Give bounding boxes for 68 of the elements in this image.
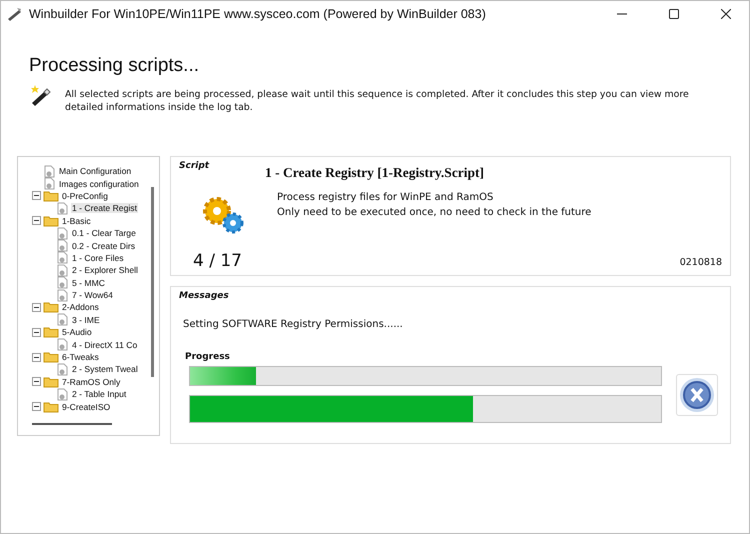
tree-item[interactable]: 0.2 - Create Dirs	[71, 240, 136, 251]
script-description: Process registry files for WinPE and RamOS	[277, 191, 494, 204]
folder-icon	[43, 400, 59, 413]
tree-item[interactable]: 0.1 - Clear Targe	[71, 228, 137, 238]
script-icon	[56, 388, 69, 401]
cancel-button[interactable]	[676, 374, 718, 416]
tree-item[interactable]: 2 - System Tweal	[71, 364, 139, 374]
panel-heading: Messages	[179, 291, 230, 301]
page-title: Processing scripts...	[29, 55, 200, 77]
tree-item[interactable]: Main Configuration	[58, 166, 132, 176]
description-text: All selected scripts are being processed, please wait until this sequence is completed. After it concludes this step you can view more detailed informations inside the log tab.	[65, 88, 690, 114]
collapse-icon[interactable]	[32, 328, 41, 337]
scrollbar[interactable]	[151, 187, 154, 377]
script-icon	[56, 251, 69, 264]
tree-item[interactable]: 1 - Core Files	[71, 252, 125, 263]
script-icon	[56, 313, 69, 326]
script-icon	[56, 362, 69, 376]
script-title: 1 - Create Registry [1-Registry.Script]	[265, 165, 486, 182]
collapse-icon[interactable]	[32, 402, 41, 412]
maximize-icon	[669, 9, 679, 19]
script-description: Only need to be executed once, no need to check in the future	[277, 206, 592, 219]
script-icon	[43, 164, 56, 178]
tree-item[interactable]: 2 - Table Input	[71, 389, 128, 400]
folder-icon	[43, 376, 59, 388]
tree-item[interactable]: 0-PreConfig	[61, 190, 109, 201]
cancel-icon	[679, 376, 715, 412]
tree-item[interactable]: 1-Basic	[61, 216, 92, 226]
folder-icon	[43, 190, 59, 202]
tree-item[interactable]: 2-Addons	[61, 302, 100, 312]
tree-item[interactable]: 7-RamOS Only	[61, 376, 122, 387]
tree-item[interactable]: 7 - Wow64	[71, 290, 114, 300]
app-icon	[7, 7, 23, 21]
script-icon	[56, 239, 69, 252]
script-icon	[43, 177, 56, 190]
collapse-icon[interactable]	[32, 377, 41, 386]
collapse-icon[interactable]	[32, 352, 41, 362]
version-text: 0210818	[680, 257, 722, 268]
panel-heading: Script	[179, 161, 210, 171]
script-icon	[56, 264, 69, 277]
gears-icon	[201, 195, 245, 235]
tree-item[interactable]: Images configuration	[58, 178, 140, 189]
folder-icon	[43, 301, 59, 314]
status-message: Setting SOFTWARE Registry Permissions......	[183, 319, 404, 330]
collapse-icon[interactable]	[32, 216, 41, 226]
close-icon	[721, 9, 731, 19]
tree-item[interactable]: 9-CreateISO	[61, 402, 112, 412]
folder-icon	[43, 351, 59, 364]
script-icon	[56, 338, 69, 352]
tree-item[interactable]: 1 - Create Regist	[71, 203, 138, 214]
scrollbar[interactable]	[32, 423, 112, 425]
progress-label: Progress	[185, 352, 231, 362]
script-icon	[56, 226, 69, 240]
folder-icon	[43, 326, 59, 338]
folder-icon	[43, 214, 59, 227]
script-icon	[56, 202, 69, 215]
tree-item[interactable]: 4 - DirectX 11 Co	[71, 340, 138, 350]
window-title: Winbuilder For Win10PE/Win11PE www.sysceo.com (Powered by WinBuilder 083)	[29, 7, 486, 21]
tree-item[interactable]: 6-Tweaks	[61, 352, 100, 362]
collapse-icon[interactable]	[32, 191, 41, 200]
tree-item[interactable]: 2 - Explorer Shell	[71, 265, 139, 276]
script-counter: 4 / 17	[193, 251, 243, 271]
tree-item[interactable]: 5-Audio	[61, 327, 93, 338]
script-icon	[56, 276, 69, 290]
magic-wand-icon	[29, 83, 53, 107]
script-icon	[56, 288, 69, 302]
collapse-icon[interactable]	[32, 302, 41, 312]
tree-item[interactable]: 5 - MMC	[71, 278, 106, 288]
tree-item[interactable]: 3 - IME	[71, 314, 101, 325]
